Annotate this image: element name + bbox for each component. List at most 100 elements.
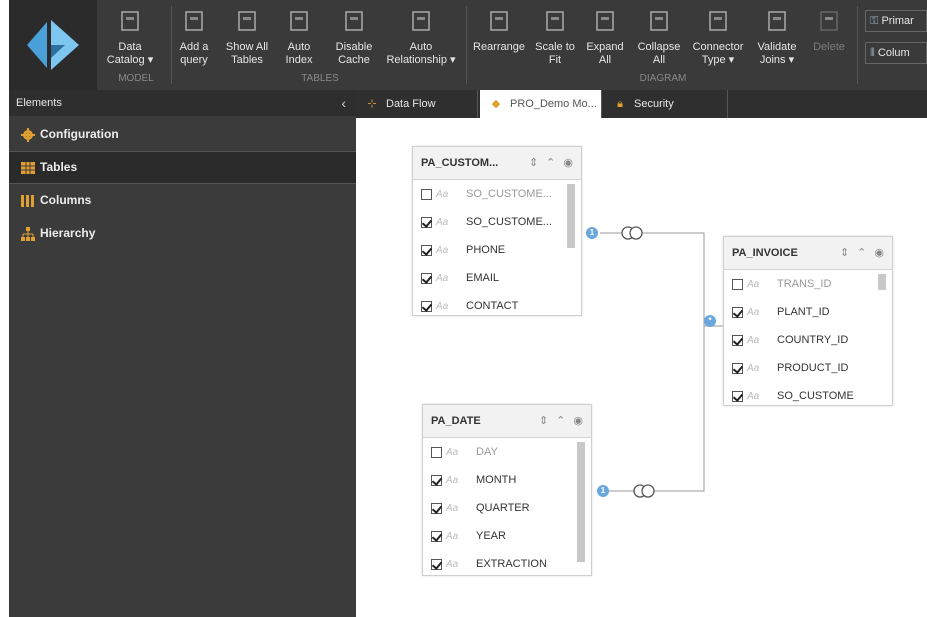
ribbon-button-label: Auto Relationship ▾ <box>386 41 456 66</box>
text-type-icon: Aa <box>446 502 459 514</box>
column-checkbox[interactable] <box>732 362 743 374</box>
column-name: SO_CUSTOME... <box>466 216 552 228</box>
data-catalog-button[interactable]: Data Catalog ▾ <box>101 0 159 76</box>
data-flow-icon: ⊹ <box>367 98 377 110</box>
text-type-icon: Aa <box>436 244 449 256</box>
column-checkbox[interactable] <box>421 300 432 312</box>
ribbon-button-label: Rearrange <box>473 41 525 53</box>
column-row[interactable]: Aa DAY <box>423 438 591 466</box>
column-row[interactable]: Aa COUNTRY_ID <box>724 326 892 354</box>
column-checkbox[interactable] <box>732 306 743 318</box>
auto-index-button[interactable]: Auto Index <box>277 0 321 76</box>
collapse-icon[interactable]: ⌃ <box>546 156 555 169</box>
collapse-icon[interactable]: ⌃ <box>857 246 866 259</box>
eye-icon[interactable]: ◉ <box>874 246 884 259</box>
collapse-panel-button[interactable]: ‹ <box>341 90 346 116</box>
delete-button[interactable]: Delete <box>807 0 851 76</box>
ribbon-button-label: Data Catalog ▾ <box>106 41 154 66</box>
column-checkbox[interactable] <box>732 390 743 402</box>
eye-icon[interactable]: ◉ <box>573 414 583 427</box>
column-checkbox[interactable] <box>421 244 432 256</box>
collapse-icon[interactable]: ⌃ <box>556 414 565 427</box>
column-row[interactable]: Aa PHONE <box>413 236 581 264</box>
sort-icon[interactable]: ⇕ <box>840 246 849 259</box>
add-query-button[interactable]: Add a query <box>175 0 213 76</box>
elements-header: Elements ‹ <box>9 90 356 116</box>
ribbon-button-label: Delete <box>813 41 845 53</box>
tab-label: PRO_Demo Mo... <box>510 98 597 110</box>
column-checkbox[interactable] <box>732 278 743 290</box>
ribbon-button-label: Add a query <box>179 41 209 66</box>
primary-key-button[interactable]: ⚿ Primar <box>865 10 927 32</box>
element-item-columns[interactable]: Columns <box>9 184 356 217</box>
column-row[interactable]: Aa SO_CUSTOME... <box>413 208 581 236</box>
column-row[interactable]: Aa CONTACT <box>413 292 581 315</box>
column-name: MONTH <box>476 474 517 486</box>
eye-icon[interactable]: ◉ <box>563 156 573 169</box>
text-type-icon: Aa <box>436 300 449 312</box>
table-card-customer[interactable]: PA_CUSTOM... ⇕ ⌃ ◉ Aa SO_CUSTOME... Aa SO_C… <box>412 146 582 316</box>
column-checkbox[interactable] <box>431 502 442 514</box>
tab-bar: ⊹ Data Flow ◆ PRO_Demo Mo... 🔒︎ Security <box>356 90 927 118</box>
column-name: YEAR <box>476 530 506 542</box>
columns-label: Colum <box>877 47 910 59</box>
auto-relationship-button[interactable]: Auto Relationship ▾ <box>381 0 461 76</box>
sort-icon[interactable]: ⇕ <box>539 414 548 427</box>
text-type-icon: Aa <box>747 278 760 290</box>
table-card-date[interactable]: PA_DATE ⇕ ⌃ ◉ Aa DAY Aa MONTH Aa QUARTER Aa YEA… <box>422 404 592 576</box>
join-icon <box>621 226 643 240</box>
column-row[interactable]: Aa SO_CUSTOME... <box>413 180 581 208</box>
sort-icon[interactable]: ⇕ <box>529 156 538 169</box>
disable-cache-button[interactable]: Disable Cache <box>329 0 379 76</box>
column-checkbox[interactable] <box>431 558 442 570</box>
element-item-hierarchy[interactable]: Hierarchy <box>9 217 356 250</box>
cardinality-many-badge: * <box>704 315 716 327</box>
table-card-invoice[interactable]: PA_INVOICE ⇕ ⌃ ◉ Aa TRANS_ID Aa PLANT_ID Aa C… <box>723 236 893 406</box>
column-checkbox[interactable] <box>732 334 743 346</box>
column-row[interactable]: Aa MONTH <box>423 466 591 494</box>
ribbon-button-label: Show All Tables <box>225 41 269 66</box>
column-name: PHONE <box>466 244 506 256</box>
column-row[interactable]: Aa PRODUCT_ID <box>724 354 892 382</box>
table-scrollbar[interactable] <box>577 442 585 562</box>
expand-button[interactable]: Expand All <box>583 0 627 76</box>
element-item-configuration[interactable]: Configuration <box>9 118 356 151</box>
columns-button[interactable]: ⦀ Colum <box>865 42 927 64</box>
elements-title: Elements <box>16 97 62 109</box>
ribbon-button-label: Collapse All <box>637 41 681 66</box>
collapse-icon <box>646 8 672 34</box>
collapse-button[interactable]: Collapse All <box>633 0 685 76</box>
column-row[interactable]: Aa YEAR <box>423 522 591 550</box>
column-checkbox[interactable] <box>421 272 432 284</box>
table-scrollbar[interactable] <box>567 184 575 248</box>
scale-fit-button[interactable]: Scale to Fit <box>529 0 581 76</box>
group-separator <box>466 6 467 84</box>
column-row[interactable]: Aa TRANS_ID <box>724 270 892 298</box>
validate-button[interactable]: Validate Joins ▾ <box>751 0 803 76</box>
tab-security[interactable]: 🔒︎ Security <box>604 90 728 118</box>
column-name: PRODUCT_ID <box>777 362 849 374</box>
join-icon <box>633 484 655 498</box>
column-icon: ⦀ <box>870 47 878 59</box>
column-row[interactable]: Aa SO_CUSTOME <box>724 382 892 405</box>
element-item-tables[interactable]: Tables <box>9 151 356 184</box>
hierarchy-icon <box>21 226 35 241</box>
column-name: QUARTER <box>476 502 530 514</box>
connector-button[interactable]: Connector Type ▾ <box>689 0 747 76</box>
rearrange-button[interactable]: Rearrange <box>471 0 527 76</box>
tab-model[interactable]: ◆ PRO_Demo Mo... <box>480 90 602 118</box>
diagram-canvas[interactable]: 1 * 1 PA_CUSTOM... ⇕ ⌃ ◉ Aa SO_CUSTOME...… <box>356 118 921 617</box>
column-checkbox[interactable] <box>431 530 442 542</box>
table-scrollbar[interactable] <box>878 274 886 290</box>
column-checkbox[interactable] <box>431 446 442 458</box>
column-checkbox[interactable] <box>421 188 432 200</box>
column-checkbox[interactable] <box>421 216 432 228</box>
column-row[interactable]: Aa EMAIL <box>413 264 581 292</box>
column-row[interactable]: Aa EXTRACTION <box>423 550 591 575</box>
ribbon-button-label: Auto Index <box>285 41 313 66</box>
tab-data-flow[interactable]: ⊹ Data Flow <box>356 90 478 118</box>
column-row[interactable]: Aa QUARTER <box>423 494 591 522</box>
show-tables-button[interactable]: Show All Tables <box>221 0 273 76</box>
column-checkbox[interactable] <box>431 474 442 486</box>
column-row[interactable]: Aa PLANT_ID <box>724 298 892 326</box>
